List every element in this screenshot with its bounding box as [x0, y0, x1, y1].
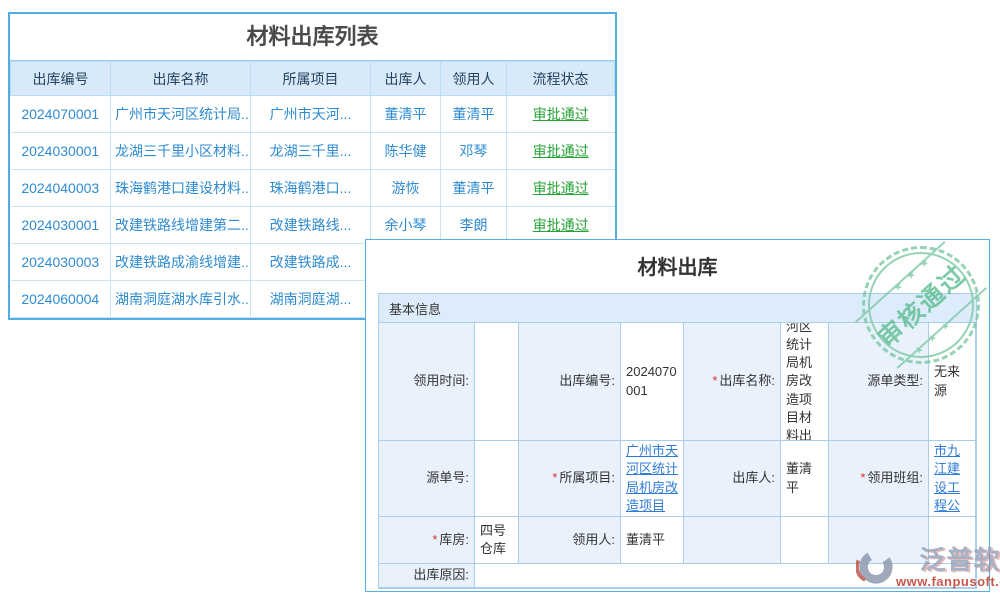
status-approved-link[interactable]: 审批通过 — [533, 106, 589, 122]
form-value-text: 董清平 — [626, 531, 665, 549]
cell-recipient: 董清平 — [441, 170, 507, 207]
column-header: 出库名称 — [111, 62, 251, 96]
cell-issuer: 游恢 — [371, 170, 441, 207]
required-marker: * — [432, 531, 437, 549]
cell-issuer: 董清平 — [371, 96, 441, 133]
cell-issuer: 余小琴 — [371, 207, 441, 244]
column-header: 流程状态 — [507, 62, 615, 96]
cell-project: 改建铁路线... — [251, 207, 371, 244]
form-value-text: 无来源 — [934, 363, 970, 399]
form-label-text: 领用人: — [572, 531, 615, 549]
table-row[interactable]: 2024070001广州市天河区统计局...广州市天河...董清平董清平审批通过 — [11, 96, 615, 133]
cell-id[interactable]: 2024030001 — [11, 207, 111, 244]
cell-id[interactable]: 2024040003 — [11, 170, 111, 207]
column-header: 所属项目 — [251, 62, 371, 96]
form-label-text: 出库人: — [732, 469, 775, 487]
form-value: 无来源 — [929, 323, 976, 441]
form-value: 广安市九江建设工程公司 — [929, 441, 976, 517]
form-value — [475, 441, 519, 517]
form-label: 出库人: — [684, 441, 781, 517]
form-value-text: 广州市天河区统计局机房改造项目材料出库0225 — [786, 323, 823, 441]
form-label — [684, 517, 781, 564]
form-value-text: 四号仓库 — [480, 522, 513, 558]
cell-recipient: 董清平 — [441, 96, 507, 133]
form-label-text: 出库编号: — [559, 372, 615, 390]
cell-name: 改建铁路成渝线增建... — [111, 244, 251, 281]
form-value — [781, 517, 829, 564]
cell-name: 广州市天河区统计局... — [111, 96, 251, 133]
form-value — [475, 323, 519, 441]
form-value — [929, 517, 976, 564]
cell-status: 审批通过 — [507, 207, 615, 244]
form-label: 源单类型: — [829, 323, 929, 441]
status-approved-link[interactable]: 审批通过 — [533, 217, 589, 233]
material-outbound-dialog: 材料出库 基本信息 领用时间:出库编号:2024070001*出库名称:广州市天… — [365, 239, 990, 592]
dialog-title: 材料出库 — [366, 240, 989, 292]
form-value-link[interactable]: 广州市天河区统计局机房改造项目 — [626, 442, 678, 515]
table-header: 出库编号出库名称所属项目出库人领用人流程状态 — [11, 62, 615, 96]
form-value: 2024070001 — [621, 323, 684, 441]
required-marker: * — [552, 469, 557, 487]
cell-id[interactable]: 2024070001 — [11, 96, 111, 133]
form-label: 领用人: — [519, 517, 621, 564]
cell-name: 珠海鹤港口建设材料... — [111, 170, 251, 207]
cell-issuer: 陈华健 — [371, 133, 441, 170]
form-label-text: 源单号: — [426, 469, 469, 487]
required-marker: * — [712, 372, 717, 390]
status-approved-link[interactable]: 审批通过 — [533, 180, 589, 196]
list-title: 材料出库列表 — [10, 14, 615, 61]
status-approved-link[interactable]: 审批通过 — [533, 143, 589, 159]
form-label: *领用班组: — [829, 441, 929, 517]
cell-project: 湖南洞庭湖... — [251, 281, 371, 318]
form-value: 四号仓库 — [475, 517, 519, 564]
table-row[interactable]: 2024030001龙湖三千里小区材料...龙湖三千里...陈华健邓琴 审批通过 — [11, 133, 615, 170]
cell-project: 珠海鹤港口... — [251, 170, 371, 207]
form-label-text: 领用时间: — [413, 372, 469, 390]
table-row[interactable]: 2024030001改建铁路线增建第二...改建铁路线...余小琴李朗 审批通过 — [11, 207, 615, 244]
form-label: *出库名称: — [684, 323, 781, 441]
column-header: 领用人 — [441, 62, 507, 96]
cell-id[interactable]: 2024030001 — [11, 133, 111, 170]
cell-project: 龙湖三千里... — [251, 133, 371, 170]
section-header-basic-info: 基本信息 — [379, 294, 976, 323]
required-marker: * — [860, 469, 865, 487]
form-label-text: 源单类型: — [867, 372, 923, 390]
column-header: 出库编号 — [11, 62, 111, 96]
cell-name: 湖南洞庭湖水库引水... — [111, 281, 251, 318]
form-value-text: 2024070001 — [626, 363, 678, 399]
cell-status: 审批通过 — [507, 96, 615, 133]
form-value-text: 董清平 — [786, 460, 823, 496]
form-label: *库房: — [379, 517, 475, 564]
cell-status: 审批通过 — [507, 170, 615, 207]
form-value — [475, 564, 976, 588]
cell-id[interactable]: 2024030003 — [11, 244, 111, 281]
form-label-text: 出库原因: — [413, 566, 469, 584]
form-value: 董清平 — [621, 517, 684, 564]
form-label: *所属项目: — [519, 441, 621, 517]
table-row[interactable]: 2024040003珠海鹤港口建设材料...珠海鹤港口...游恢董清平 审批通过 — [11, 170, 615, 207]
form-value: 广州市天河区统计局机房改造项目 — [621, 441, 684, 517]
form-label-text: 领用班组: — [867, 469, 923, 487]
form-label: 出库原因: — [379, 564, 475, 588]
form-value-link[interactable]: 广安市九江建设工程公司 — [934, 441, 970, 517]
cell-recipient: 李朗 — [441, 207, 507, 244]
form-label-text: 所属项目: — [559, 469, 615, 487]
form-label: 出库编号: — [519, 323, 621, 441]
cell-status: 审批通过 — [507, 133, 615, 170]
form-label-text: 库房: — [439, 531, 469, 549]
form-value: 董清平 — [781, 441, 829, 517]
form-label: 领用时间: — [379, 323, 475, 441]
form-label — [829, 517, 929, 564]
cell-project: 广州市天河... — [251, 96, 371, 133]
basic-info-form: 基本信息 领用时间:出库编号:2024070001*出库名称:广州市天河区统计局… — [378, 293, 977, 589]
cell-project: 改建铁路成... — [251, 244, 371, 281]
form-label-text: 出库名称: — [719, 372, 775, 390]
cell-name: 改建铁路线增建第二... — [111, 207, 251, 244]
cell-id[interactable]: 2024060004 — [11, 281, 111, 318]
cell-name: 龙湖三千里小区材料... — [111, 133, 251, 170]
cell-recipient: 邓琴 — [441, 133, 507, 170]
form-value: 广州市天河区统计局机房改造项目材料出库0225 — [781, 323, 829, 441]
column-header: 出库人 — [371, 62, 441, 96]
form-label: 源单号: — [379, 441, 475, 517]
